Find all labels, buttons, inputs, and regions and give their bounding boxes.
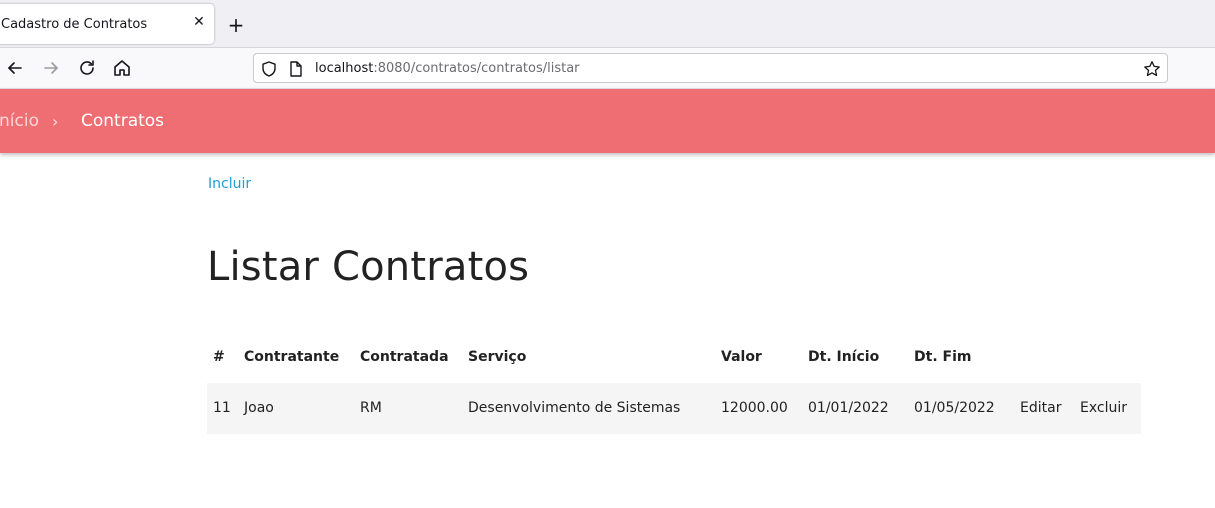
tab-title: Cadastro de Contratos <box>1 17 148 32</box>
url-host: localhost <box>315 61 374 76</box>
cell-servico: Desenvolvimento de Sistemas <box>468 400 681 416</box>
app-header: nício › Contratos <box>0 89 1215 153</box>
incluir-link[interactable]: Incluir <box>208 176 251 192</box>
tab-close-icon[interactable]: ✕ <box>191 14 207 30</box>
cell-contratante: Joao <box>244 400 274 416</box>
browser-navbar: localhost:8080/contratos/contratos/lista… <box>0 48 1215 89</box>
url-bar[interactable]: localhost:8080/contratos/contratos/lista… <box>253 53 1168 83</box>
page-icon <box>287 60 305 78</box>
browser-tab-strip: Cadastro de Contratos ✕ + <box>0 0 1215 48</box>
reload-icon[interactable] <box>75 56 99 80</box>
header-contratante: Contratante <box>244 349 340 365</box>
delete-link[interactable]: Excluir <box>1080 400 1127 416</box>
cell-id: 11 <box>213 400 231 416</box>
back-icon[interactable] <box>3 56 27 80</box>
new-tab-button[interactable]: + <box>226 15 246 35</box>
header-dt-fim: Dt. Fim <box>914 349 972 365</box>
bookmark-star-icon[interactable] <box>1143 60 1161 78</box>
edit-link[interactable]: Editar <box>1020 400 1061 416</box>
forward-icon[interactable] <box>39 56 63 80</box>
header-id: # <box>213 349 225 365</box>
cell-dt-inicio: 01/01/2022 <box>808 400 889 416</box>
header-dt-inicio: Dt. Início <box>808 349 880 365</box>
url-text[interactable]: localhost:8080/contratos/contratos/lista… <box>315 61 580 76</box>
contracts-table: # Contratante Contratada Serviço Valor D… <box>207 337 1141 434</box>
cell-contratada: RM <box>360 400 382 416</box>
shield-icon[interactable] <box>260 60 278 78</box>
cell-valor: 12000.00 <box>721 400 788 416</box>
breadcrumb-home[interactable]: nício <box>0 111 39 131</box>
table-header-row: # Contratante Contratada Serviço Valor D… <box>207 337 1141 383</box>
table-row: 11 Joao RM Desenvolvimento de Sistemas 1… <box>207 383 1141 434</box>
header-contratada: Contratada <box>360 349 449 365</box>
cell-dt-fim: 01/05/2022 <box>914 400 995 416</box>
page-title: Listar Contratos <box>207 244 530 290</box>
breadcrumb-chevron-icon: › <box>52 112 59 131</box>
header-servico: Serviço <box>468 349 527 365</box>
header-valor: Valor <box>721 349 762 365</box>
browser-tab[interactable]: Cadastro de Contratos ✕ <box>0 4 214 44</box>
url-path: :8080/contratos/contratos/listar <box>373 61 580 76</box>
breadcrumb-current: Contratos <box>81 111 165 131</box>
home-icon[interactable] <box>110 56 134 80</box>
